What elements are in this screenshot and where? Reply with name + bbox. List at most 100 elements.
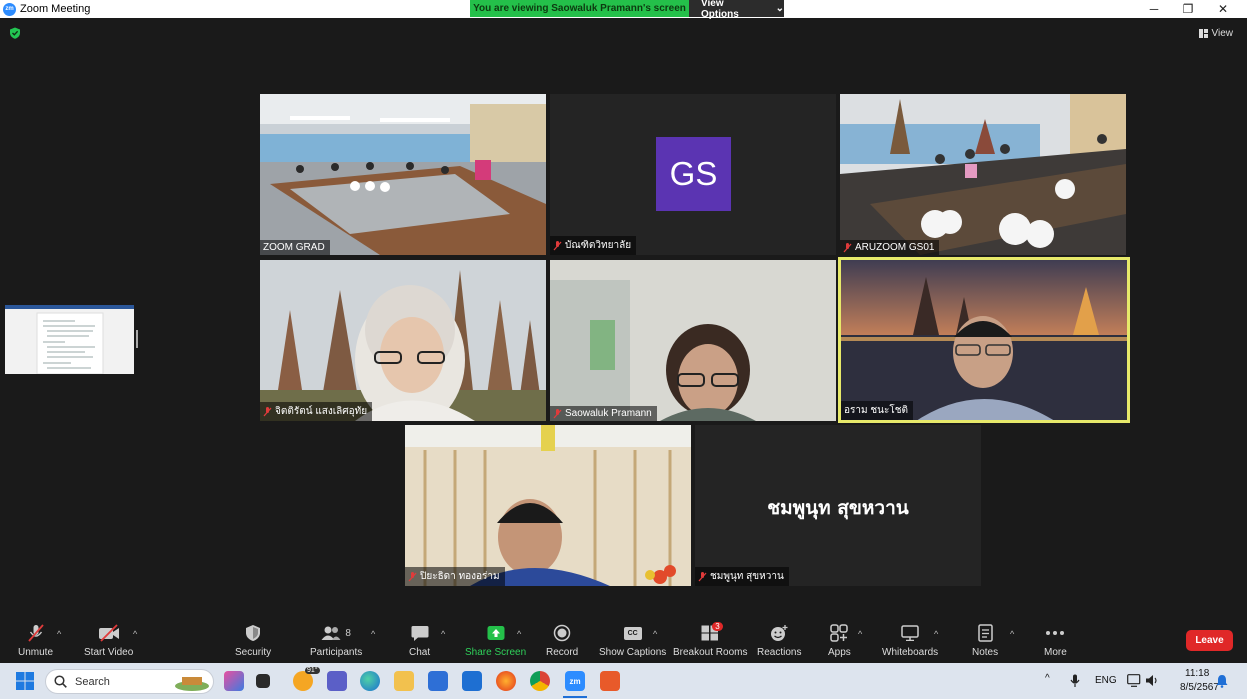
edge-browser-icon[interactable] bbox=[360, 671, 380, 691]
unmute-button[interactable]: Unmute bbox=[18, 624, 53, 658]
more-button[interactable]: More bbox=[1044, 624, 1067, 658]
breakout-rooms-badge: 3 bbox=[712, 622, 723, 631]
captions-caret[interactable]: ^ bbox=[653, 629, 657, 639]
meeting-toolbar: Unmute ^ Start Video ^ Security 8 Partic… bbox=[0, 616, 1247, 663]
whiteboards-label: Whiteboards bbox=[882, 647, 939, 658]
network-icon[interactable] bbox=[1127, 674, 1141, 687]
audio-options-caret[interactable]: ^ bbox=[57, 629, 61, 639]
windows-taskbar: Search 91° zm ^ ENG 11:18 8/5/2567 bbox=[0, 663, 1247, 699]
video-tile-piyathida[interactable]: ปิยะธิดา ทองอร่าม bbox=[405, 425, 691, 586]
meeting-room-video bbox=[840, 94, 1126, 255]
participant-label: ZOOM GRAD bbox=[260, 240, 330, 255]
video-tile-saowaluk[interactable]: Saowaluk Pramann bbox=[550, 260, 836, 421]
notes-caret[interactable]: ^ bbox=[1010, 629, 1014, 639]
clock-time[interactable]: 11:18 bbox=[1185, 668, 1209, 679]
mic-muted-icon bbox=[408, 571, 417, 581]
security-button[interactable]: Security bbox=[235, 624, 271, 658]
whiteboards-button[interactable]: Whiteboards bbox=[882, 624, 938, 658]
close-button[interactable]: ✕ bbox=[1206, 0, 1240, 18]
participant-label: ชมพูนุท สุขหวาน bbox=[695, 567, 789, 586]
chat-button[interactable]: Chat bbox=[409, 624, 430, 658]
microphone-tray-icon[interactable] bbox=[1070, 674, 1080, 688]
taskbar-search-box[interactable]: Search bbox=[45, 669, 214, 694]
breakout-rooms-button[interactable]: 3 Breakout Rooms bbox=[673, 622, 747, 658]
leave-button[interactable]: Leave bbox=[1186, 630, 1233, 651]
participant-name: จิตติรัตน์ แสงเลิศอุทัย bbox=[275, 406, 368, 417]
sunset-temple-video bbox=[838, 257, 1130, 423]
participant-label: ปิยะธิดา ทองอร่าม bbox=[405, 567, 505, 586]
participants-caret[interactable]: ^ bbox=[371, 629, 375, 639]
search-icon bbox=[54, 675, 67, 688]
mic-muted-icon bbox=[27, 624, 44, 642]
share-screen-caret[interactable]: ^ bbox=[517, 629, 521, 639]
microsoft-store-icon[interactable] bbox=[428, 671, 448, 691]
participant-name: ชมพูนุท สุขหวาน bbox=[710, 571, 784, 582]
security-label: Security bbox=[235, 647, 272, 658]
apps-caret[interactable]: ^ bbox=[858, 629, 862, 639]
reactions-button[interactable]: Reactions bbox=[757, 624, 801, 658]
record-button[interactable]: Record bbox=[546, 624, 578, 658]
encryption-shield-icon[interactable] bbox=[9, 27, 21, 39]
office-video bbox=[405, 425, 691, 586]
video-tile-zoom-grad[interactable]: ZOOM GRAD bbox=[260, 94, 546, 255]
grid-view-icon bbox=[1198, 29, 1208, 38]
chat-caret[interactable]: ^ bbox=[441, 629, 445, 639]
apps-button[interactable]: Apps bbox=[828, 624, 851, 658]
tray-overflow-chevron[interactable]: ^ bbox=[1045, 673, 1050, 684]
video-tile-aruzoom-gs01[interactable]: ARUZOOM GS01 bbox=[840, 94, 1126, 255]
mic-muted-icon bbox=[843, 242, 852, 252]
whiteboards-caret[interactable]: ^ bbox=[934, 629, 938, 639]
record-label: Record bbox=[546, 647, 579, 658]
video-tile-graduate-school[interactable]: GS บัณฑิตวิทยาลัย bbox=[550, 94, 836, 255]
notification-bell-icon[interactable] bbox=[1216, 674, 1228, 688]
minimize-button[interactable]: ─ bbox=[1137, 0, 1171, 18]
participant-label: อราม ชนะโชติ bbox=[841, 401, 914, 420]
share-screen-label: Share Screen bbox=[465, 647, 527, 658]
notes-label: Notes bbox=[972, 647, 999, 658]
file-explorer-icon[interactable] bbox=[394, 671, 414, 691]
weather-temp: 91° bbox=[305, 667, 320, 674]
participants-button[interactable]: 8 Participants bbox=[310, 624, 362, 658]
windows-start-icon[interactable] bbox=[16, 672, 34, 690]
copilot-app-icon[interactable] bbox=[224, 671, 244, 691]
zoom-meeting-window: zm Zoom Meeting ─ ❐ ✕ You are viewing Sa… bbox=[0, 0, 1247, 699]
chat-label: Chat bbox=[409, 647, 431, 658]
volume-icon[interactable] bbox=[1145, 674, 1159, 687]
clock-date[interactable]: 8/5/2567 bbox=[1180, 682, 1219, 693]
start-video-button[interactable]: Start Video bbox=[84, 624, 133, 658]
video-options-caret[interactable]: ^ bbox=[133, 629, 137, 639]
mail-app-icon[interactable] bbox=[462, 671, 482, 691]
shield-icon bbox=[246, 625, 261, 641]
task-view-icon[interactable] bbox=[256, 674, 270, 688]
shared-screen-thumbnail[interactable] bbox=[5, 305, 134, 375]
thumbnail-resize-handle[interactable] bbox=[136, 330, 138, 348]
notes-button[interactable]: Notes bbox=[972, 624, 998, 658]
participants-icon bbox=[321, 626, 341, 640]
share-screen-icon bbox=[487, 626, 505, 640]
mic-muted-icon bbox=[553, 408, 562, 418]
search-highlight-icon bbox=[175, 677, 209, 691]
participant-label: Saowaluk Pramann bbox=[550, 406, 657, 421]
firefox-browser-icon[interactable] bbox=[496, 671, 516, 691]
participant-label: ARUZOOM GS01 bbox=[840, 240, 940, 255]
participant-label: จิตติรัตน์ แสงเลิศอุทัย bbox=[260, 402, 373, 421]
participant-name: Saowaluk Pramann bbox=[565, 408, 652, 419]
input-language[interactable]: ENG bbox=[1095, 675, 1117, 686]
mic-muted-icon bbox=[263, 406, 272, 416]
document-preview bbox=[5, 309, 134, 375]
participant-name: ARUZOOM GS01 bbox=[855, 242, 935, 253]
conference-room-video bbox=[260, 94, 546, 255]
participant-name: ปิยะธิดา ทองอร่าม bbox=[420, 571, 500, 582]
video-tile-aram-active-speaker[interactable]: อราม ชนะโชติ bbox=[838, 257, 1130, 423]
view-options-button[interactable]: View Options ⌄ bbox=[689, 0, 784, 20]
zoom-app-icon[interactable]: zm bbox=[565, 671, 585, 691]
video-tile-jittirat[interactable]: จิตติรัตน์ แสงเลิศอุทัย bbox=[260, 260, 546, 421]
restore-button[interactable]: ❐ bbox=[1171, 0, 1205, 18]
video-tile-chomphunut[interactable]: ชมพูนุท สุขหวาน ชมพูนุท สุขหวาน bbox=[695, 425, 981, 586]
presentation-app-icon[interactable] bbox=[600, 671, 620, 691]
notes-icon bbox=[977, 624, 993, 642]
chrome-browser-icon[interactable] bbox=[530, 671, 550, 691]
teams-app-icon[interactable] bbox=[327, 671, 347, 691]
weather-widget-icon[interactable] bbox=[293, 671, 313, 691]
view-button[interactable]: View bbox=[1198, 28, 1233, 39]
